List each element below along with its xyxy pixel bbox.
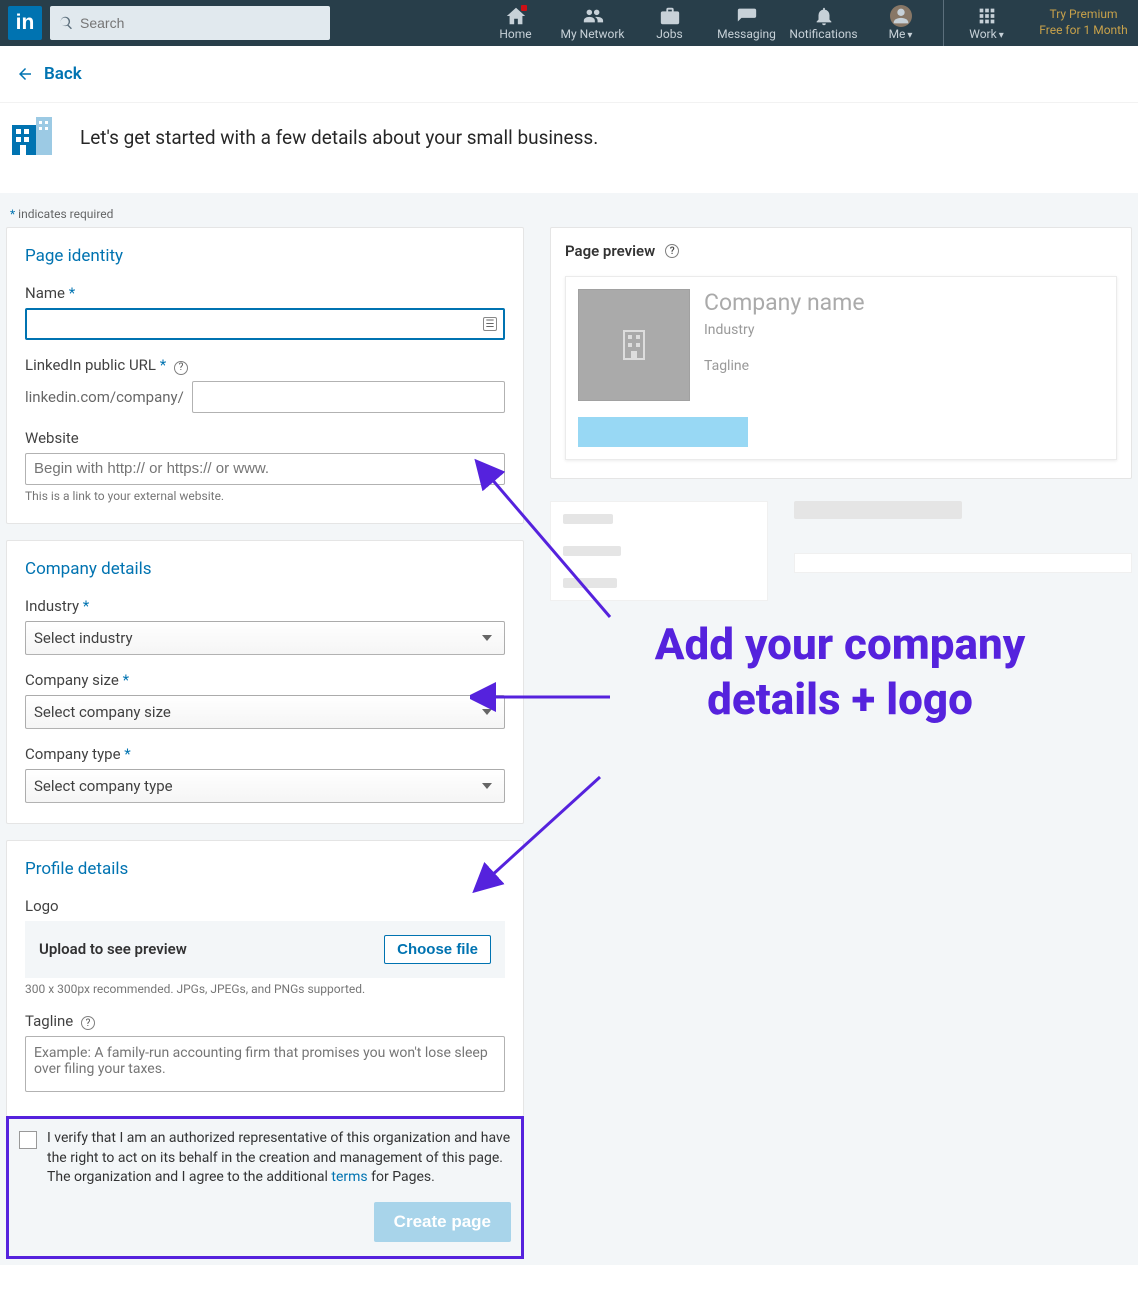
chevron-down-icon: ▾ xyxy=(907,30,912,41)
preview-inner: Company name Industry Tagline xyxy=(565,276,1117,460)
preview-card: Page preview ? Company name Industry Tag… xyxy=(550,227,1132,479)
help-icon[interactable]: ? xyxy=(665,244,679,258)
premium-link[interactable]: Try Premium Free for 1 Month xyxy=(1037,7,1130,38)
nav-me-label: Me xyxy=(889,27,906,41)
choose-file-button[interactable]: Choose file xyxy=(384,935,491,964)
nav-network-label: My Network xyxy=(561,27,625,41)
search-input[interactable] xyxy=(80,15,322,31)
required-note: * indicates required xyxy=(0,201,1138,227)
back-link[interactable]: Back xyxy=(16,64,82,84)
premium-line1: Try Premium xyxy=(1037,7,1130,23)
premium-line2: Free for 1 Month xyxy=(1037,23,1130,39)
url-input[interactable] xyxy=(192,381,505,413)
arrow-left-icon xyxy=(16,65,34,83)
skeleton-placeholders xyxy=(550,501,1132,601)
messaging-icon xyxy=(736,5,758,27)
back-label: Back xyxy=(44,64,82,84)
verify-text: I verify that I am an authorized represe… xyxy=(47,1129,511,1188)
search-icon xyxy=(58,15,74,31)
search-box[interactable] xyxy=(50,6,330,40)
page-identity-title: Page identity xyxy=(25,246,505,266)
terms-link[interactable]: terms xyxy=(331,1169,367,1185)
building-placeholder-icon xyxy=(610,321,658,369)
nav-jobs-label: Jobs xyxy=(656,27,682,41)
industry-label: Industry xyxy=(25,597,79,615)
help-icon[interactable]: ? xyxy=(81,1016,95,1030)
industry-select[interactable]: Select industry xyxy=(25,621,505,655)
linkedin-logo[interactable]: in xyxy=(8,6,42,40)
network-icon xyxy=(582,5,604,27)
type-select[interactable]: Select company type xyxy=(25,769,505,803)
upload-row: Upload to see preview Choose file xyxy=(25,921,505,978)
main-area: * indicates required Page identity Name … xyxy=(0,193,1138,1265)
size-select[interactable]: Select company size xyxy=(25,695,505,729)
nav-home-label: Home xyxy=(499,27,531,41)
preview-tagline: Tagline xyxy=(704,358,865,374)
home-badge xyxy=(520,4,528,12)
tagline-label: Tagline xyxy=(25,1012,73,1030)
preview-company-name: Company name xyxy=(704,289,865,316)
nav-divider xyxy=(943,0,944,46)
avatar-icon xyxy=(890,5,912,27)
nav-home[interactable]: Home xyxy=(477,0,554,46)
back-bar: Back xyxy=(0,46,1138,103)
logo-help: 300 x 300px recommended. JPGs, JPEGs, an… xyxy=(25,982,505,996)
nav-work[interactable]: Work▾ xyxy=(948,0,1025,46)
preview-logo-placeholder xyxy=(578,289,690,401)
nav-messaging[interactable]: Messaging xyxy=(708,0,785,46)
type-label: Company type xyxy=(25,745,121,763)
create-page-button[interactable]: Create page xyxy=(374,1202,511,1242)
bell-icon xyxy=(813,5,835,27)
verify-box: I verify that I am an authorized represe… xyxy=(6,1116,524,1259)
jobs-icon xyxy=(659,5,681,27)
nav-notifications[interactable]: Notifications xyxy=(785,0,862,46)
page-identity-card: Page identity Name * ☰ LinkedIn public U… xyxy=(6,227,524,524)
website-label: Website xyxy=(25,429,505,447)
logo-label: Logo xyxy=(25,897,505,915)
company-details-title: Company details xyxy=(25,559,505,579)
nav-jobs[interactable]: Jobs xyxy=(631,0,708,46)
topnav: in Home My Network Jobs Messaging Notifi… xyxy=(0,0,1138,46)
preview-title-label: Page preview xyxy=(565,242,655,260)
help-icon[interactable]: ? xyxy=(174,361,188,375)
nav-notifications-label: Notifications xyxy=(789,27,857,41)
tagline-input[interactable] xyxy=(25,1036,505,1092)
website-help: This is a link to your external website. xyxy=(25,489,505,503)
name-input[interactable] xyxy=(25,308,505,340)
upload-text: Upload to see preview xyxy=(39,940,187,958)
profile-details-card: Profile details Logo Upload to see previ… xyxy=(6,840,524,1117)
preview-industry: Industry xyxy=(704,322,865,338)
company-details-card: Company details Industry * Select indust… xyxy=(6,540,524,824)
apps-icon xyxy=(976,5,998,27)
url-prefix: linkedin.com/company/ xyxy=(25,388,184,406)
intro: Let's get started with a few details abo… xyxy=(0,103,1138,193)
autofill-icon[interactable]: ☰ xyxy=(483,317,497,331)
chevron-down-icon: ▾ xyxy=(999,30,1004,41)
annotation-text: Add your company details + logo xyxy=(610,617,1070,727)
url-label: LinkedIn public URL xyxy=(25,356,156,374)
building-icon xyxy=(8,111,56,163)
verify-checkbox[interactable] xyxy=(19,1131,37,1149)
nav-messaging-label: Messaging xyxy=(717,27,776,41)
nav-me[interactable]: Me▾ xyxy=(862,0,939,46)
preview-cta-placeholder xyxy=(578,417,748,447)
profile-details-title: Profile details xyxy=(25,859,505,879)
nav-network[interactable]: My Network xyxy=(554,0,631,46)
intro-headline: Let's get started with a few details abo… xyxy=(80,126,598,149)
size-label: Company size xyxy=(25,671,119,689)
name-label: Name xyxy=(25,284,65,302)
website-input[interactable] xyxy=(25,453,505,485)
nav-work-label: Work xyxy=(969,27,996,41)
